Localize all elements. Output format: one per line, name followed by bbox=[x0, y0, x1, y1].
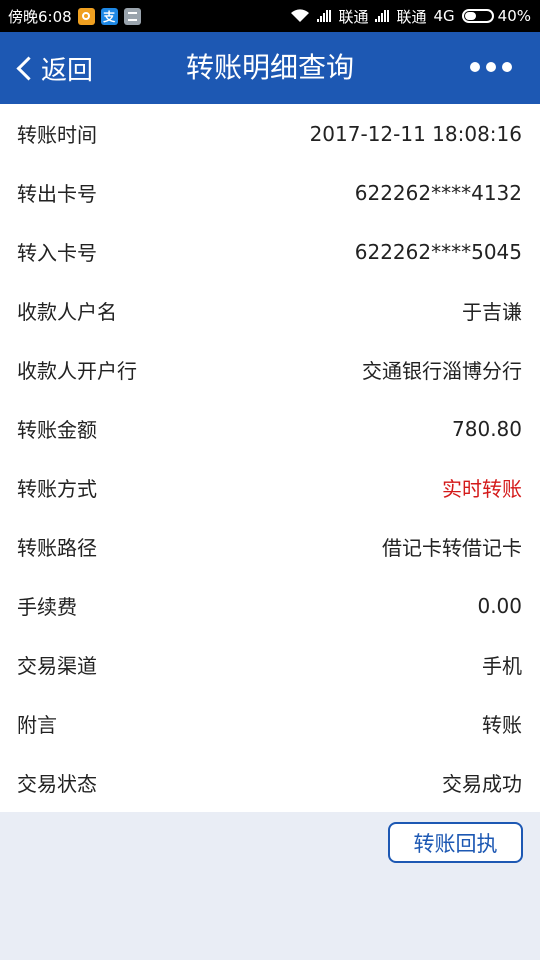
detail-value: 借记卡转借记卡 bbox=[382, 536, 522, 560]
detail-row-fee: 手续费 0.00 bbox=[0, 576, 540, 635]
detail-label: 转账金额 bbox=[17, 418, 97, 442]
detail-label: 收款人开户行 bbox=[17, 359, 137, 383]
detail-row-payee-name: 收款人户名 于吉谦 bbox=[0, 281, 540, 340]
network-type: 4G bbox=[433, 7, 455, 25]
detail-row-from-card: 转出卡号 622262****4132 bbox=[0, 163, 540, 222]
detail-value: 手机 bbox=[482, 654, 522, 678]
detail-value: 780.80 bbox=[452, 416, 522, 441]
detail-value: 于吉谦 bbox=[462, 300, 522, 324]
detail-label: 转账路径 bbox=[17, 536, 97, 560]
detail-value: 622262****5045 bbox=[354, 239, 522, 264]
detail-label: 收款人户名 bbox=[17, 300, 117, 324]
transfer-detail-list: 转账时间 2017-12-11 18:08:16 转出卡号 622262****… bbox=[0, 104, 540, 812]
more-icon[interactable] bbox=[470, 62, 512, 72]
detail-row-remark: 附言 转账 bbox=[0, 694, 540, 753]
battery-level: 40% bbox=[497, 7, 531, 25]
detail-label: 转入卡号 bbox=[17, 241, 97, 265]
detail-row-payee-bank: 收款人开户行 交通银行淄博分行 bbox=[0, 340, 540, 399]
detail-value: 实时转账 bbox=[442, 477, 522, 501]
detail-row-transfer-time: 转账时间 2017-12-11 18:08:16 bbox=[0, 104, 540, 163]
carrier-1: 联通 bbox=[338, 7, 369, 26]
detail-value: 交通银行淄博分行 bbox=[362, 359, 522, 383]
back-label: 返回 bbox=[41, 55, 94, 86]
detail-value: 0.00 bbox=[477, 593, 522, 618]
detail-value: 转账 bbox=[482, 713, 522, 737]
message-notification-icon bbox=[123, 7, 141, 25]
detail-value: 622262****4132 bbox=[354, 180, 522, 205]
detail-label: 转出卡号 bbox=[17, 182, 97, 206]
detail-value: 2017-12-11 18:08:16 bbox=[309, 121, 522, 146]
wifi-icon bbox=[290, 9, 310, 23]
signal-icon bbox=[317, 10, 332, 22]
detail-label: 转账方式 bbox=[17, 477, 97, 501]
battery-icon bbox=[461, 9, 494, 23]
detail-row-status: 交易状态 交易成功 bbox=[0, 753, 540, 812]
detail-label: 转账时间 bbox=[17, 123, 97, 147]
detail-label: 手续费 bbox=[17, 595, 77, 619]
detail-label: 交易渠道 bbox=[17, 654, 97, 678]
chevron-left-icon bbox=[16, 55, 41, 81]
notification-app-icon bbox=[77, 7, 95, 25]
signal-icon bbox=[375, 10, 390, 22]
detail-row-to-card: 转入卡号 622262****5045 bbox=[0, 222, 540, 281]
back-button[interactable]: 返回 bbox=[14, 32, 93, 104]
detail-row-channel: 交易渠道 手机 bbox=[0, 635, 540, 694]
alipay-notification-icon: 支 bbox=[100, 7, 118, 25]
status-bar: 傍晚6:08 支 联通 联通 4G 40% bbox=[0, 0, 540, 32]
detail-row-transfer-method: 转账方式 实时转账 bbox=[0, 458, 540, 517]
carrier-2: 联通 bbox=[396, 7, 427, 26]
detail-label: 附言 bbox=[17, 713, 57, 737]
detail-row-amount: 转账金额 780.80 bbox=[0, 399, 540, 458]
detail-row-transfer-path: 转账路径 借记卡转借记卡 bbox=[0, 517, 540, 576]
transfer-receipt-button[interactable]: 转账回执 bbox=[388, 822, 523, 863]
detail-label: 交易状态 bbox=[17, 772, 97, 796]
status-time: 傍晚6:08 bbox=[8, 7, 72, 26]
nav-bar: 返回 转账明细查询 bbox=[0, 32, 540, 104]
detail-value: 交易成功 bbox=[442, 772, 522, 796]
